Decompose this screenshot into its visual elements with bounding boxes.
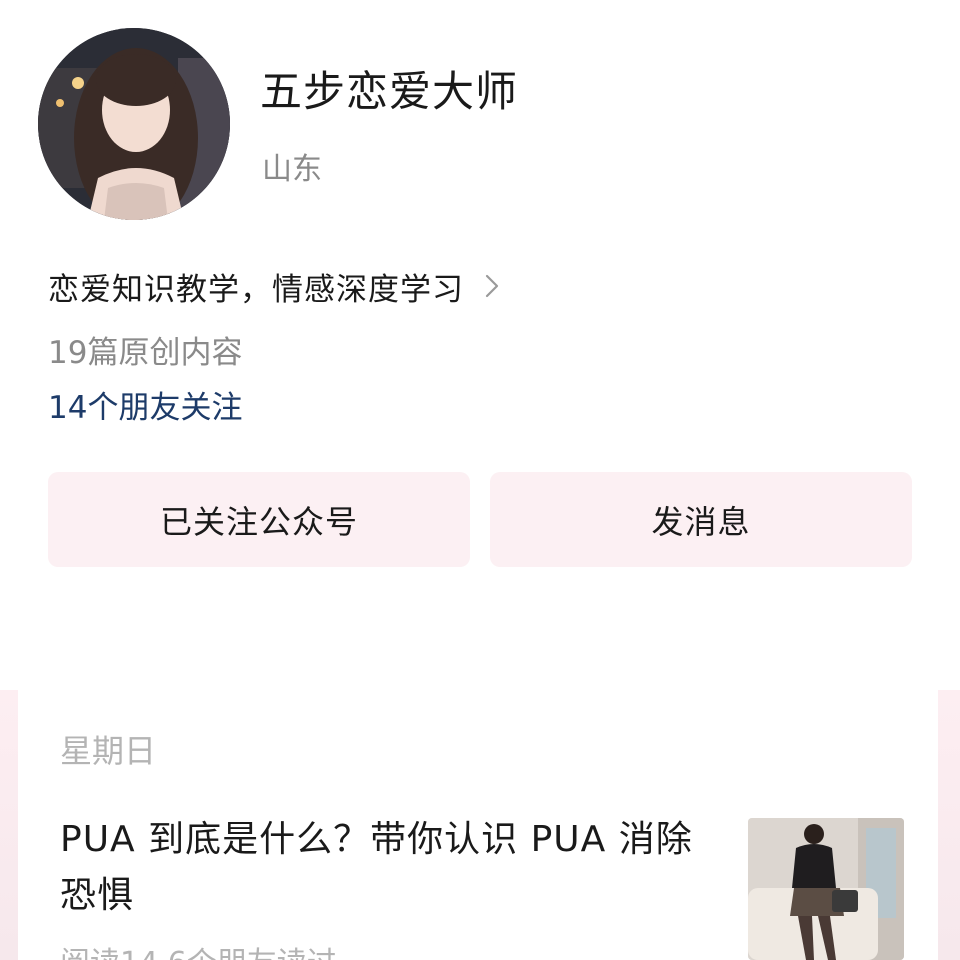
chevron-right-icon <box>485 274 499 298</box>
bio-row[interactable]: 恋爱知识教学，情感深度学习 <box>48 264 500 308</box>
article-thumbnail[interactable] <box>748 818 904 960</box>
original-content-count[interactable]: 19篇原创内容 <box>48 327 242 372</box>
article-meta: 阅读14 6个朋友读过 <box>60 938 337 960</box>
followed-account-button[interactable]: 已关注公众号 <box>48 472 470 567</box>
article-title[interactable]: PUA 到底是什么？带你认识 PUA 消除恐惧 <box>60 812 720 924</box>
account-region: 山东 <box>262 152 322 187</box>
send-message-button[interactable]: 发消息 <box>490 472 912 567</box>
feed-day-label: 星期日 <box>60 732 157 770</box>
account-name: 五步恋爱大师 <box>260 67 519 116</box>
avatar-photo <box>38 28 230 220</box>
feed-background-left <box>0 690 18 960</box>
friends-following-link[interactable]: 14个朋友关注 <box>48 382 242 427</box>
article-thumbnail-image <box>748 818 904 960</box>
feed-background-right <box>938 690 960 960</box>
profile-avatar[interactable] <box>38 28 230 220</box>
account-bio: 恋爱知识教学，情感深度学习 <box>48 271 464 308</box>
